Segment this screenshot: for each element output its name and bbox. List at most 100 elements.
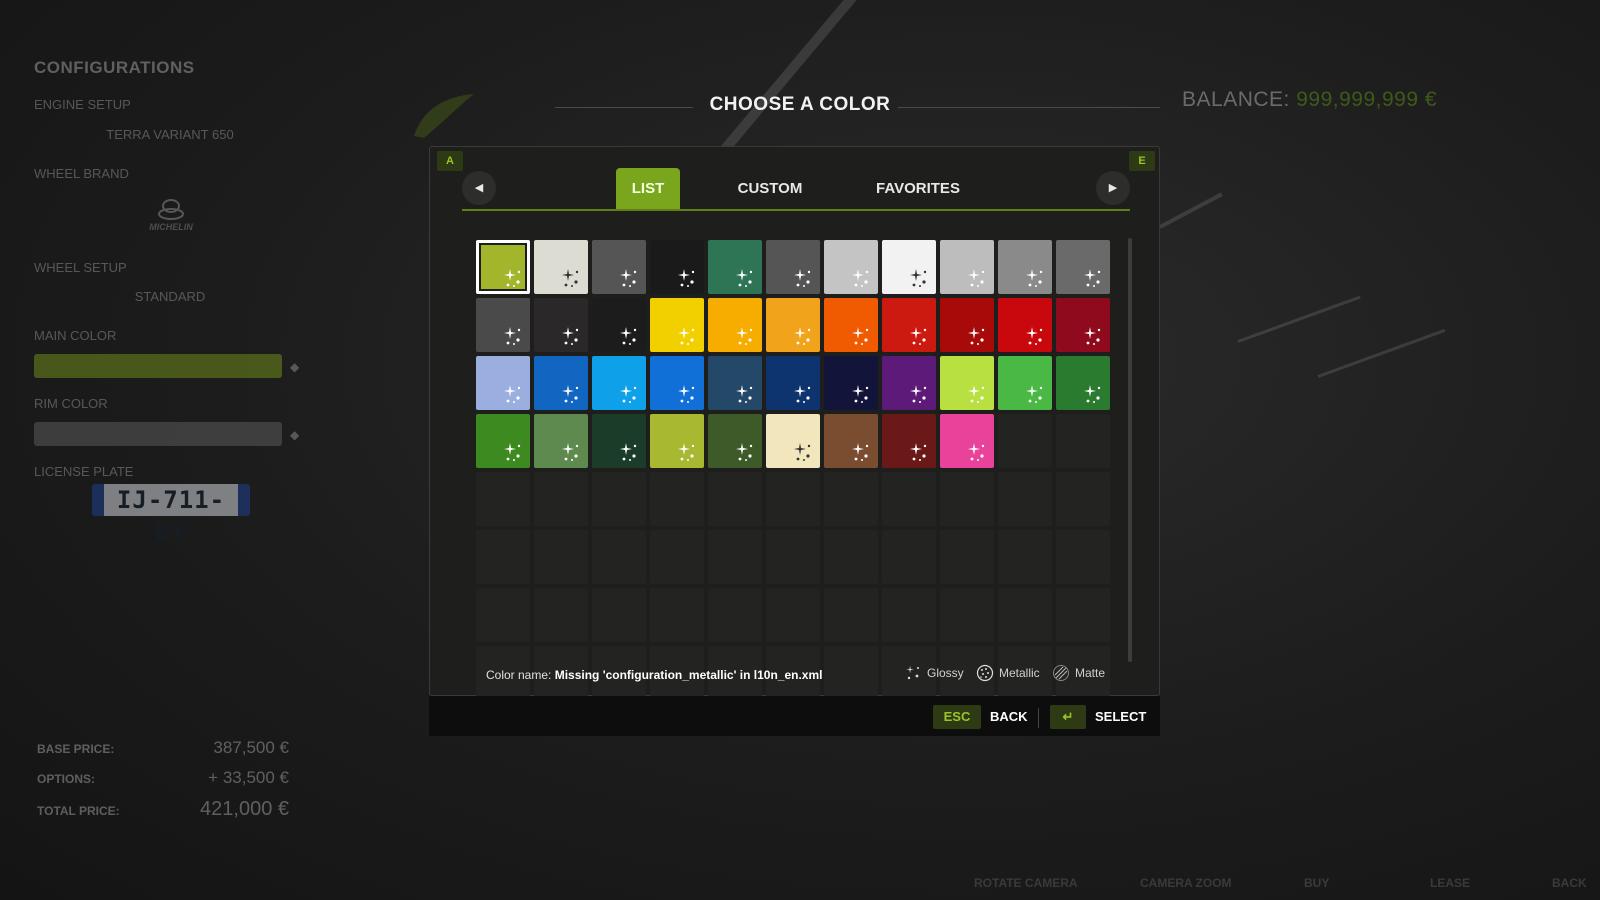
empty-swatch-slot	[766, 530, 820, 584]
color-swatch[interactable]	[882, 356, 936, 410]
empty-swatch-slot	[476, 530, 530, 584]
color-swatch[interactable]	[476, 298, 530, 352]
buy-hint[interactable]: BUY	[1304, 876, 1329, 890]
license-plate[interactable]: IJ-711-BY	[92, 484, 250, 546]
color-swatch[interactable]	[882, 298, 936, 352]
color-swatch[interactable]	[476, 414, 530, 468]
empty-swatch-slot	[534, 530, 588, 584]
color-swatch[interactable]	[708, 414, 762, 468]
glossy-icon	[562, 269, 579, 287]
rotate-camera-hint: ROTATE CAMERA	[974, 876, 1078, 890]
color-swatch[interactable]	[940, 414, 994, 468]
color-swatch[interactable]	[534, 298, 588, 352]
options-label: OPTIONS:	[37, 772, 96, 786]
color-swatch[interactable]	[766, 414, 820, 468]
color-swatch[interactable]	[882, 240, 936, 294]
color-swatch[interactable]	[708, 240, 762, 294]
empty-swatch-slot	[650, 472, 704, 526]
legend-glossy-label: Glossy	[927, 666, 964, 680]
color-swatch[interactable]	[940, 298, 994, 352]
color-name-value: Missing 'configuration_metallic' in l10n…	[554, 668, 823, 682]
glossy-icon	[620, 269, 637, 287]
glossy-icon	[678, 443, 695, 461]
color-swatch[interactable]	[824, 240, 878, 294]
rim-color-swatch[interactable]	[34, 422, 282, 446]
next-tab-key[interactable]: E	[1129, 151, 1155, 171]
empty-swatch-slot	[708, 588, 762, 642]
glossy-icon	[736, 327, 753, 345]
empty-swatch-slot	[534, 472, 588, 526]
color-swatch[interactable]	[998, 356, 1052, 410]
options-row: OPTIONS: + 33,500 €	[37, 768, 289, 788]
legend-metallic-label: Metallic	[999, 666, 1040, 680]
color-swatch[interactable]	[766, 356, 820, 410]
color-swatch[interactable]	[650, 240, 704, 294]
color-swatch[interactable]	[1056, 298, 1110, 352]
color-swatch[interactable]	[824, 298, 878, 352]
esc-key[interactable]: ESC	[933, 705, 981, 729]
color-swatch-grid	[476, 240, 1110, 700]
color-swatch[interactable]	[476, 240, 530, 294]
color-swatch[interactable]	[766, 240, 820, 294]
glossy-icon	[504, 327, 521, 345]
tab-favorites[interactable]: FAVORITES	[860, 168, 976, 209]
color-swatch[interactable]	[940, 240, 994, 294]
total-price-value: 421,000 €	[200, 798, 289, 820]
color-swatch[interactable]	[1056, 356, 1110, 410]
tag-icon[interactable]: ◆	[290, 360, 302, 374]
prev-tab-button[interactable]: ◀	[462, 171, 496, 205]
glossy-icon	[1084, 269, 1101, 287]
enter-key[interactable]: ↵	[1050, 705, 1086, 729]
color-swatch[interactable]	[708, 298, 762, 352]
color-swatch[interactable]	[534, 414, 588, 468]
empty-swatch-slot	[1056, 414, 1110, 468]
empty-swatch-slot	[824, 646, 878, 700]
empty-swatch-slot	[708, 472, 762, 526]
color-swatch[interactable]	[824, 414, 878, 468]
prev-tab-key[interactable]: A	[437, 151, 463, 171]
color-swatch[interactable]	[766, 298, 820, 352]
color-swatch[interactable]	[824, 356, 878, 410]
tab-list[interactable]: LIST	[616, 168, 680, 209]
next-tab-button[interactable]: ▶	[1096, 171, 1130, 205]
empty-swatch-slot	[998, 588, 1052, 642]
lease-hint[interactable]: LEASE	[1430, 876, 1470, 890]
back-button[interactable]: BACK	[990, 709, 1028, 724]
color-swatch[interactable]	[940, 356, 994, 410]
empty-swatch-slot	[1056, 588, 1110, 642]
swatch-scrollbar[interactable]	[1128, 238, 1132, 662]
enter-icon: ↵	[1062, 709, 1074, 724]
color-swatch[interactable]	[534, 240, 588, 294]
color-swatch[interactable]	[708, 356, 762, 410]
glossy-icon	[910, 327, 927, 345]
color-swatch[interactable]	[592, 356, 646, 410]
tab-custom[interactable]: CUSTOM	[720, 168, 820, 209]
tag-icon[interactable]: ◆	[290, 428, 302, 442]
select-button[interactable]: SELECT	[1095, 709, 1146, 724]
empty-swatch-slot	[998, 472, 1052, 526]
matte-icon	[1053, 665, 1069, 681]
glossy-icon	[562, 443, 579, 461]
wheel-setup-value[interactable]: STANDARD	[34, 289, 306, 304]
color-swatch[interactable]	[650, 298, 704, 352]
color-swatch[interactable]	[650, 414, 704, 468]
main-color-swatch[interactable]	[34, 354, 282, 378]
empty-swatch-slot	[592, 588, 646, 642]
empty-swatch-slot	[766, 588, 820, 642]
engine-setup-value[interactable]: TERRA VARIANT 650	[34, 127, 306, 142]
dialog-title: CHOOSE A COLOR	[709, 94, 891, 115]
color-swatch[interactable]	[592, 240, 646, 294]
color-swatch[interactable]	[1056, 240, 1110, 294]
color-swatch[interactable]	[534, 356, 588, 410]
color-swatch[interactable]	[998, 240, 1052, 294]
back-hint[interactable]: BACK	[1552, 876, 1587, 890]
color-swatch[interactable]	[882, 414, 936, 468]
color-swatch[interactable]	[998, 298, 1052, 352]
empty-swatch-slot	[708, 530, 762, 584]
color-swatch[interactable]	[650, 356, 704, 410]
color-swatch[interactable]	[592, 414, 646, 468]
color-swatch[interactable]	[592, 298, 646, 352]
glossy-icon	[504, 269, 521, 287]
color-swatch[interactable]	[476, 356, 530, 410]
michelin-logo: MICHELIN	[138, 198, 204, 236]
